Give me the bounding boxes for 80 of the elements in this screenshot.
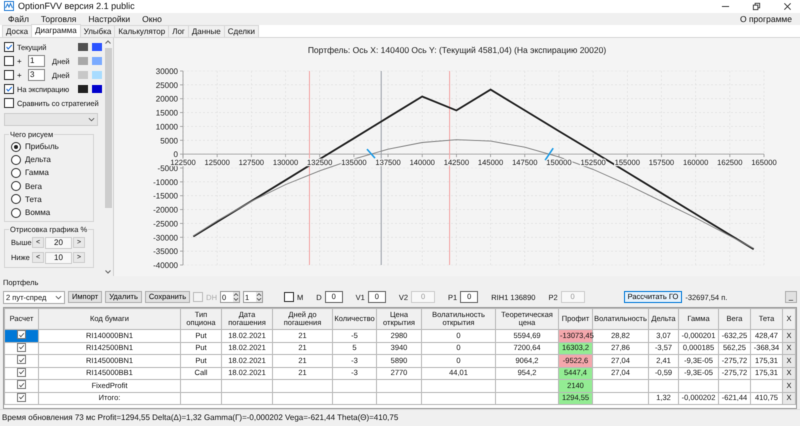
color-swatch[interactable] [78, 85, 88, 93]
axis-label: -10000 [153, 178, 178, 187]
axis-label: 25000 [156, 80, 178, 90]
table-cell[interactable] [4, 330, 38, 342]
scrollbar[interactable] [103, 38, 113, 276]
table-cell[interactable] [4, 380, 38, 392]
menu-item[interactable]: Настройки [82, 14, 136, 24]
color-swatch[interactable] [92, 71, 102, 79]
color-swatch[interactable] [92, 57, 102, 65]
tab[interactable]: Лог [168, 25, 189, 37]
menu-item[interactable]: Файл [2, 14, 35, 24]
checkbox[interactable] [284, 292, 294, 302]
axis-label: 10000 [156, 122, 178, 132]
color-swatch[interactable] [92, 43, 102, 51]
caret-icon [88, 117, 95, 122]
spin-arrows-icon[interactable] [256, 292, 262, 302]
checkbox[interactable] [17, 355, 26, 364]
tab[interactable]: Калькулятор [114, 25, 170, 37]
axis-label: 0 [174, 150, 178, 160]
radio-button[interactable] [11, 168, 21, 178]
radio-button[interactable] [11, 208, 21, 218]
breakeven-mark [544, 148, 554, 161]
radio-button[interactable] [11, 181, 21, 192]
tab[interactable]: Диаграмма [31, 24, 81, 37]
radio-label: Тета [25, 194, 42, 204]
radio-label: Вомма [25, 208, 50, 218]
color-swatch[interactable] [92, 85, 102, 93]
color-swatch[interactable] [78, 57, 88, 65]
table-cell[interactable] [4, 392, 38, 404]
menu-item[interactable]: Торговля [34, 14, 82, 24]
scroll-up-icon[interactable] [104, 38, 112, 46]
breakeven-mark [366, 148, 376, 159]
checkbox[interactable] [4, 84, 14, 94]
spin-arrows-icon[interactable] [233, 292, 239, 302]
window-title: OptionFVV версия 2.1 public [18, 1, 135, 12]
plus-label: + [17, 56, 23, 66]
close-icon[interactable] [783, 2, 792, 11]
axis-label: -20000 [153, 206, 178, 215]
scroll-down-icon[interactable] [104, 268, 112, 276]
radio-button[interactable] [11, 142, 21, 152]
restore-icon[interactable] [752, 2, 761, 11]
menu-item[interactable]: О программе [734, 14, 798, 24]
radio-button[interactable] [11, 154, 21, 165]
checkbox[interactable] [4, 70, 14, 80]
plus-label: + [17, 70, 23, 80]
axis-label: -30000 [153, 233, 178, 242]
table-cell[interactable] [4, 354, 38, 367]
axis-label: -15000 [153, 192, 178, 201]
checkbox[interactable] [4, 56, 14, 66]
caret-icon [55, 294, 62, 300]
range-field[interactable]: 20 [45, 236, 72, 249]
radio-label: Прибыль [25, 142, 59, 152]
checkbox[interactable] [17, 330, 26, 339]
color-swatch[interactable] [78, 71, 88, 79]
tab[interactable]: Улыбка [80, 25, 116, 37]
range-field[interactable]: 10 [45, 252, 72, 264]
axis-label: -35000 [153, 247, 178, 256]
tab[interactable]: Сделки [224, 25, 260, 37]
table-cell[interactable] [4, 367, 38, 380]
checkbox[interactable] [4, 42, 14, 52]
axis-label: 5000 [160, 136, 178, 146]
color-swatch[interactable] [78, 43, 88, 51]
axis-label: -40000 [153, 261, 178, 270]
days-field[interactable]: 1 [28, 55, 45, 67]
checkbox[interactable] [17, 380, 26, 389]
radio-button[interactable] [11, 194, 21, 204]
axis-label: 30000 [156, 67, 178, 76]
radio-label: Гамма [25, 168, 49, 178]
days-field[interactable]: 3 [28, 69, 45, 81]
axis-label: -25000 [153, 219, 178, 228]
tab[interactable]: Доска [2, 25, 32, 37]
radio-label: Дельта [25, 155, 51, 164]
menu-item[interactable]: Окно [136, 14, 168, 24]
radio-label: Вега [25, 182, 42, 191]
checkbox[interactable] [4, 98, 14, 108]
table-cell[interactable] [4, 342, 38, 354]
axis-label: 15000 [156, 108, 178, 118]
tab[interactable]: Данные [188, 25, 225, 37]
chart-title: Портфель: Ось X: 140400 Ось Y: (Текущий 4581,04) (На экспирацию 20020) [308, 45, 606, 55]
axis-label: 20000 [156, 94, 178, 104]
